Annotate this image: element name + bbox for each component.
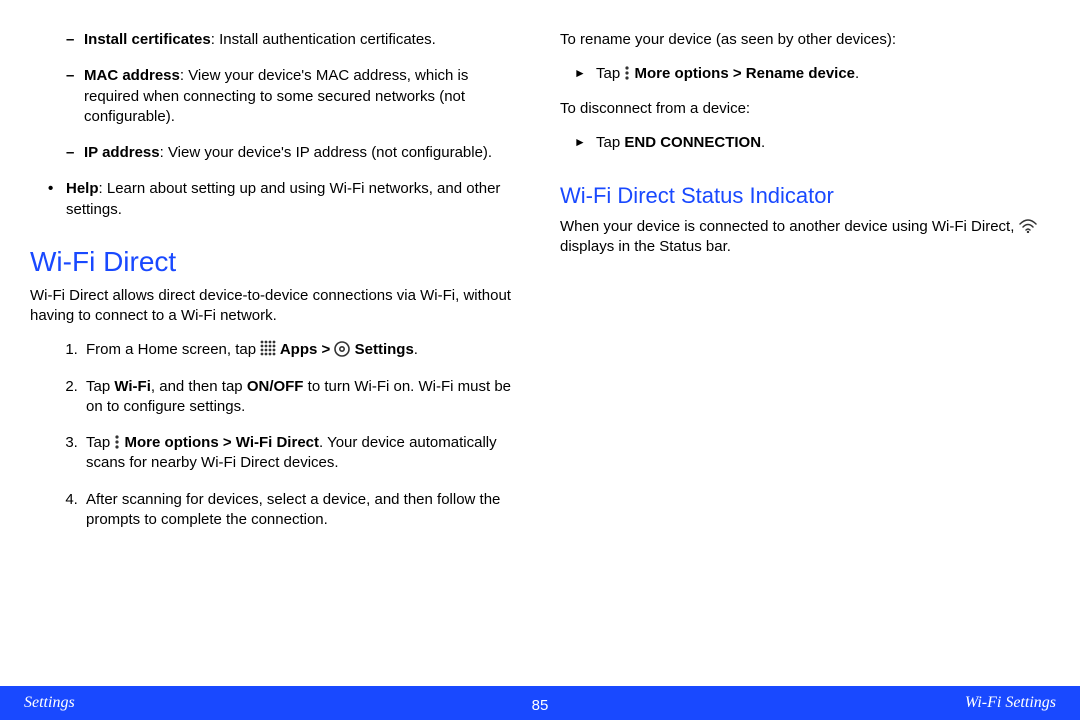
settings-label: Settings xyxy=(350,341,413,358)
apps-label: Apps xyxy=(276,341,321,358)
right-column: To rename your device (as seen by other … xyxy=(550,30,1060,686)
page-footer: Settings 85 Wi-Fi Settings xyxy=(0,686,1080,720)
wifi-direct-intro: Wi-Fi Direct allows direct device-to-dev… xyxy=(30,286,520,327)
heading-status-indicator: Wi-Fi Direct Status Indicator xyxy=(560,183,1050,209)
item-help: Help: Learn about setting up and using W… xyxy=(66,179,520,220)
wifi-direct-label: Wi-Fi Direct xyxy=(232,434,319,451)
item-mac-address: MAC address: View your device's MAC addr… xyxy=(84,66,520,127)
footer-left: Settings xyxy=(24,694,75,712)
apps-grid-icon xyxy=(260,340,276,356)
advanced-sublist: Install certificates: Install authentica… xyxy=(30,30,520,163)
disconnect-intro: To disconnect from a device: xyxy=(560,99,1050,119)
more-options-label: More options xyxy=(120,434,223,451)
disconnect-steps: Tap END CONNECTION. xyxy=(560,133,1050,153)
disconnect-step: Tap END CONNECTION. xyxy=(596,133,1050,153)
settings-gear-icon xyxy=(334,341,350,357)
step-2: Tap Wi-Fi, and then tap ON/OFF to turn W… xyxy=(82,377,520,418)
wifi-direct-steps: From a Home screen, tap Apps > Settings.… xyxy=(30,340,520,530)
rename-steps: Tap More options > Rename device. xyxy=(560,64,1050,84)
item-ip-address: IP address: View your device's IP addres… xyxy=(84,143,520,163)
left-column: Install certificates: Install authentica… xyxy=(20,30,530,686)
more-options-label: More options xyxy=(630,65,733,82)
footer-page-number: 85 xyxy=(532,697,549,714)
status-indicator-text: When your device is connected to another… xyxy=(560,217,1050,258)
step-3: Tap More options > Wi-Fi Direct. Your de… xyxy=(82,433,520,474)
rename-intro: To rename your device (as seen by other … xyxy=(560,30,1050,50)
step-1: From a Home screen, tap Apps > Settings. xyxy=(82,340,520,360)
footer-right: Wi-Fi Settings xyxy=(965,694,1056,712)
heading-wifi-direct: Wi-Fi Direct xyxy=(30,246,520,278)
step-4: After scanning for devices, select a dev… xyxy=(82,490,520,531)
rename-step: Tap More options > Rename device. xyxy=(596,64,1050,84)
help-list: Help: Learn about setting up and using W… xyxy=(30,179,520,220)
rename-device-label: Rename device xyxy=(742,65,855,82)
item-install-certificates: Install certificates: Install authentica… xyxy=(84,30,520,50)
wifi-direct-status-icon xyxy=(1019,219,1037,233)
end-connection-label: END CONNECTION xyxy=(624,134,761,151)
